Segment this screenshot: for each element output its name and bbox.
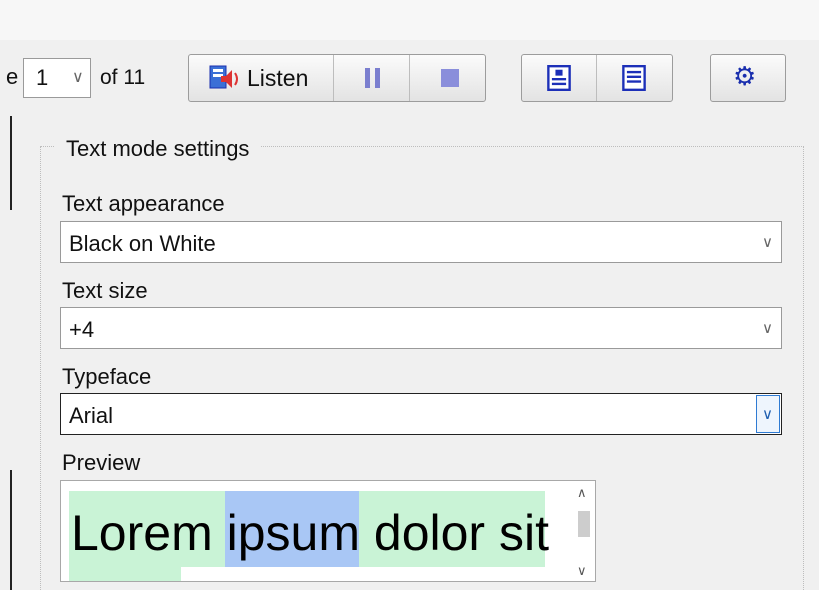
chevron-down-icon: ∨ (762, 406, 773, 423)
left-divider-gap (9, 210, 12, 470)
page-view-icon (547, 65, 571, 91)
text-size-label: Text size (62, 278, 148, 303)
stop-button[interactable] (410, 55, 485, 101)
preview-label: Preview (62, 450, 141, 475)
doc-lines-icon (622, 65, 646, 91)
group-title: Text mode settings (54, 136, 262, 162)
sentence-highlight (69, 567, 181, 581)
view-mode-controls (521, 54, 673, 102)
stop-icon (440, 69, 459, 87)
settings-button[interactable]: ⚙ (710, 54, 786, 102)
page-count-label: of 11 (100, 66, 146, 89)
page-number-value: 1 (36, 65, 49, 90)
text-appearance-select[interactable]: Black on White ∨ (60, 221, 782, 263)
listen-button[interactable]: Listen (189, 55, 335, 101)
listen-label: Listen (247, 65, 309, 91)
page-number-select[interactable]: 1 ∨ (23, 58, 91, 98)
typeface-select[interactable]: Arial ∨ (60, 393, 782, 435)
speaker-icon (209, 65, 238, 89)
chevron-down-icon: ∨ (762, 234, 773, 251)
scroll-down-icon[interactable]: ∨ (577, 563, 587, 579)
page-label-fragment: e (6, 64, 19, 89)
text-view-button[interactable] (597, 55, 672, 101)
text-size-select[interactable]: +4 ∨ (60, 307, 782, 349)
top-strip (0, 0, 819, 40)
typeface-dropdown-button[interactable]: ∨ (756, 395, 780, 433)
typeface-value: Arial (69, 403, 114, 428)
settings-button-face: ⚙ (711, 55, 785, 101)
text-size-value: +4 (69, 317, 95, 342)
page-view-button[interactable] (522, 55, 597, 101)
chevron-down-icon: ∨ (762, 320, 773, 337)
text-appearance-label: Text appearance (62, 191, 225, 216)
pause-icon (365, 68, 381, 88)
scroll-thumb[interactable] (578, 511, 590, 537)
preview-box: Lorem ipsum dolor sit ∧ ∨ (60, 480, 596, 582)
text-appearance-value: Black on White (69, 231, 216, 256)
chevron-down-icon: ∨ (72, 69, 84, 86)
preview-scrollbar[interactable]: ∧ ∨ (571, 481, 595, 581)
pause-button[interactable] (334, 55, 410, 101)
playback-controls: Listen (188, 54, 486, 102)
gear-icon: ⚙ (733, 61, 757, 91)
typeface-label: Typeface (62, 364, 152, 389)
preview-text: Lorem ipsum dolor sit (71, 505, 549, 561)
scroll-up-icon[interactable]: ∧ (577, 485, 587, 501)
